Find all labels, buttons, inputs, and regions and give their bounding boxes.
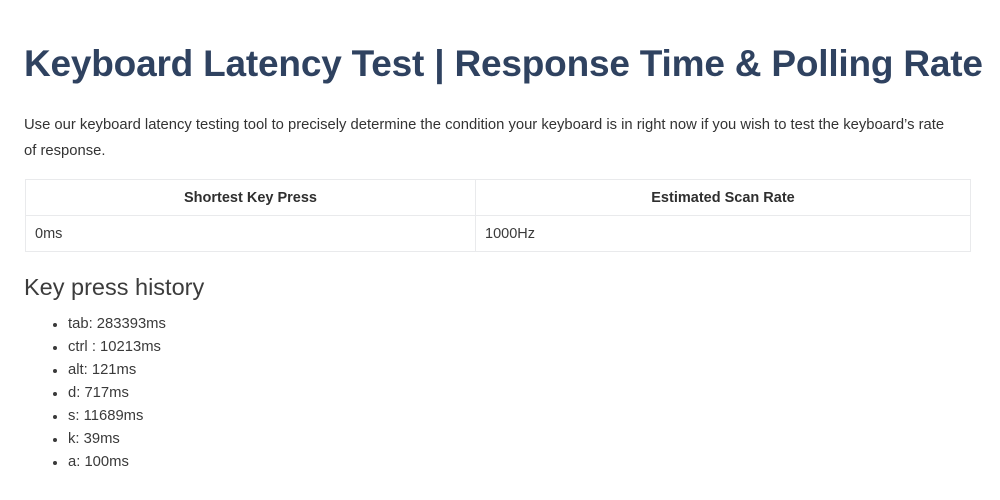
list-item: k: 39ms bbox=[53, 428, 540, 451]
table-row: 0ms 1000Hz bbox=[25, 215, 971, 252]
list-item: tab: 283393ms bbox=[53, 313, 540, 336]
results-table: Shortest Key Press Estimated Scan Rate 0… bbox=[25, 179, 971, 252]
list-item: a: 100ms bbox=[53, 451, 540, 474]
results-table-body: 0ms 1000Hz bbox=[25, 215, 971, 252]
list-item: d: 717ms bbox=[53, 382, 540, 405]
page-title: Keyboard Latency Test | Response Time & … bbox=[24, 43, 983, 84]
list-item: s: 11689ms bbox=[53, 405, 540, 428]
key-press-history-list: tab: 283393ms ctrl : 10213ms alt: 121ms … bbox=[40, 313, 540, 474]
column-header-shortest-key-press: Shortest Key Press bbox=[25, 179, 476, 216]
intro-paragraph: Use our keyboard latency testing tool to… bbox=[24, 117, 945, 159]
table-header-row: Shortest Key Press Estimated Scan Rate bbox=[25, 179, 971, 216]
list-item: alt: 121ms bbox=[53, 359, 540, 382]
list-item: ctrl : 10213ms bbox=[53, 336, 540, 359]
cell-shortest-key-press-value: 0ms bbox=[25, 215, 476, 252]
cell-estimated-scan-rate-value: 1000Hz bbox=[475, 215, 971, 252]
keyboard-latency-page: Keyboard Latency Test | Response Time & … bbox=[0, 0, 1000, 500]
key-press-history-heading: Key press history bbox=[24, 274, 205, 300]
column-header-estimated-scan-rate: Estimated Scan Rate bbox=[475, 179, 971, 216]
results-table-head: Shortest Key Press Estimated Scan Rate bbox=[25, 179, 971, 216]
